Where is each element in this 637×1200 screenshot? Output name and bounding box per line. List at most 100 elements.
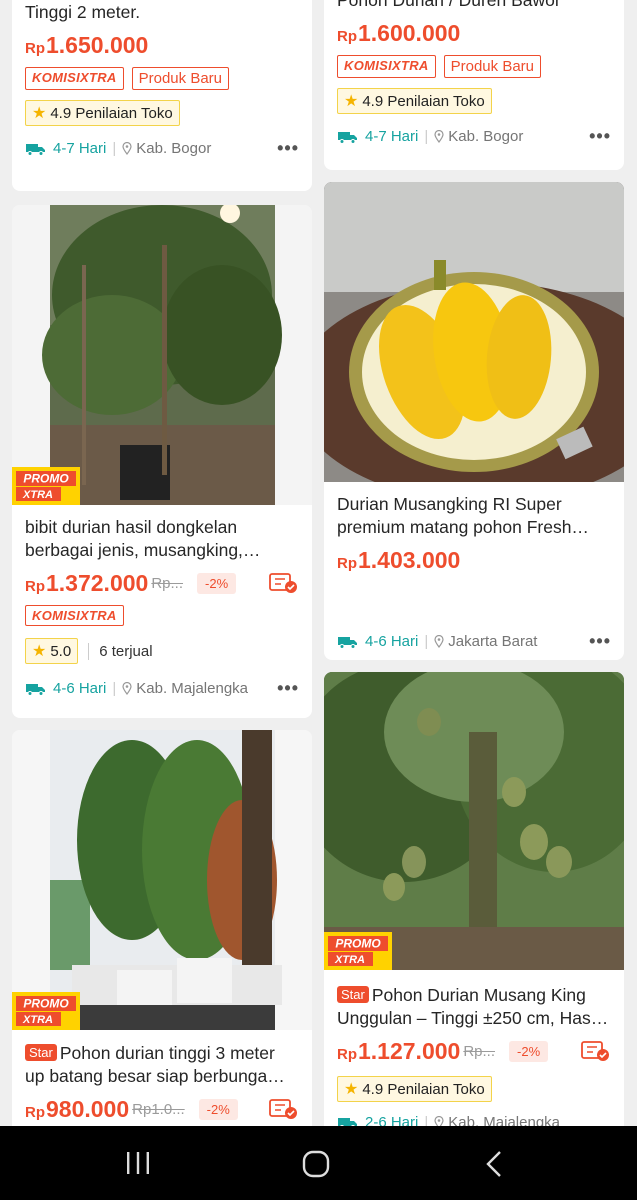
product-title: Star Pohon durian tinggi 3 meter up batan…	[25, 1043, 275, 1086]
original-price: Rp1.0...	[132, 1100, 185, 1118]
price: Rp1.600.000	[337, 19, 461, 46]
product-rating: ★ 5.0	[25, 638, 79, 664]
product-card[interactable]: Pohon Buah Durian Musang King. Tinggi 2 …	[12, 0, 312, 191]
shop-rating: ★ 4.9 Penilaian Toko	[337, 1076, 492, 1102]
badges: KOMISIXTRA Produk Baru	[324, 55, 624, 78]
shipping-row: 4-6 Hari | Kab. Majalengka •••	[12, 678, 312, 699]
komisi-xtra-badge: KOMISIXTRA	[25, 605, 124, 626]
price: Rp1.650.000	[25, 31, 149, 58]
rating-row: ★ 4.9 Penilaian Toko	[12, 100, 312, 126]
truck-icon	[26, 683, 45, 696]
product-card[interactable]: PROMO XTRA bibit durian hasil dongkelan …	[12, 205, 312, 718]
product-card[interactable]: Pohon Durian / Duren Bawor Rp1.600.000 K…	[324, 0, 624, 170]
location-pin-icon	[434, 130, 444, 143]
shop-rating: ★ 4.9 Penilaian Toko	[25, 100, 180, 126]
product-title: Pohon Durian / Duren Bawor	[337, 0, 561, 10]
product-image[interactable]: PROMO XTRA	[324, 672, 624, 970]
price-row: Rp1.372.000 Rp... -2%	[12, 568, 312, 598]
delivery-days: 4-6 Hari	[365, 633, 419, 650]
voucher-icon	[269, 1099, 297, 1119]
original-price: Rp...	[463, 1042, 496, 1060]
promo-xtra-badge: PROMO XTRA	[12, 467, 80, 505]
svg-text:PROMO: PROMO	[335, 937, 381, 951]
shop-location: Jakarta Barat	[448, 633, 538, 650]
price: Rp980.000	[25, 1095, 130, 1122]
shop-location: Kab. Bogor	[136, 140, 212, 157]
shop-rating: ★ 4.9 Penilaian Toko	[337, 88, 492, 114]
product-title: Durian Musangking RI Super premium matan…	[337, 494, 572, 537]
shipping-row: 4-6 Hari | Jakarta Barat •••	[324, 631, 624, 652]
durian-tree-image	[324, 672, 624, 970]
home-icon[interactable]	[302, 1150, 330, 1178]
price: Rp1.372.000	[25, 569, 149, 596]
rating-row: ★ 5.0 6 terjual	[12, 638, 312, 664]
more-icon[interactable]: •••	[589, 126, 611, 147]
svg-text:XTRA: XTRA	[334, 954, 365, 966]
sold-count: 6 terjual	[88, 642, 153, 660]
delivery-days: 4-7 Hari	[53, 140, 107, 157]
recent-apps-icon[interactable]	[124, 1150, 152, 1176]
truck-icon	[338, 636, 357, 649]
promo-xtra-badge: PROMO XTRA	[12, 992, 80, 1030]
svg-text:PROMO: PROMO	[23, 472, 69, 486]
svg-text:XTRA: XTRA	[22, 1014, 53, 1026]
voucher-icon	[269, 573, 297, 593]
more-icon[interactable]: •••	[277, 678, 299, 699]
product-image[interactable]: PROMO XTRA	[12, 205, 312, 505]
product-card[interactable]: PROMO XTRA Star Pohon durian tinggi 3 met…	[12, 730, 312, 1150]
original-price: Rp...	[151, 574, 184, 592]
svg-text:XTRA: XTRA	[22, 489, 53, 501]
produk-baru-badge: Produk Baru	[131, 67, 230, 90]
badges: KOMISIXTRA Produk Baru	[12, 67, 312, 90]
star-icon: ★	[32, 643, 47, 660]
delivery-days: 4-6 Hari	[53, 680, 107, 697]
rating-row: ★ 4.9 Penilaian Toko	[324, 1076, 624, 1102]
more-icon[interactable]: •••	[589, 631, 611, 652]
potted-durian-trees-image	[12, 730, 312, 1030]
back-icon[interactable]	[484, 1150, 504, 1178]
durian-fruit-image	[324, 182, 624, 482]
product-card[interactable]: Durian Musangking RI Super premium matan…	[324, 182, 624, 660]
product-image[interactable]	[324, 182, 624, 482]
location-pin-icon	[122, 142, 132, 155]
shop-location: Kab. Majalengka	[136, 680, 249, 697]
produk-baru-badge: Produk Baru	[443, 55, 542, 78]
product-title: Star Pohon Durian Musang King Unggulan – …	[337, 985, 599, 1028]
shipping-row: 4-7 Hari | Kab. Bogor •••	[324, 126, 624, 147]
price: Rp1.403.000	[337, 546, 461, 573]
komisi-xtra-badge: KOMISIXTRA	[337, 55, 436, 78]
promo-xtra-badge: PROMO XTRA	[324, 932, 392, 970]
product-card[interactable]: PROMO XTRA Star Pohon Durian Musang King …	[324, 672, 624, 1152]
price-row: Rp980.000 Rp1.0... -2%	[12, 1094, 312, 1124]
voucher-icon	[581, 1041, 609, 1061]
price-row: Rp1.403.000	[324, 545, 624, 575]
star-seller-tag: Star	[337, 986, 369, 1003]
price-row: Rp1.600.000	[324, 18, 624, 48]
star-icon: ★	[32, 105, 47, 122]
svg-text:PROMO: PROMO	[23, 997, 69, 1011]
location-pin-icon	[434, 635, 444, 648]
truck-icon	[26, 143, 45, 156]
product-title: Pohon Buah Durian Musang King. Tinggi 2 …	[25, 2, 141, 22]
komisi-xtra-badge: KOMISIXTRA	[25, 67, 124, 90]
star-icon: ★	[344, 93, 359, 110]
system-navigation-bar	[0, 1126, 637, 1200]
rating-row: ★ 4.9 Penilaian Toko	[324, 88, 624, 114]
truck-icon	[338, 131, 357, 144]
more-icon[interactable]: •••	[277, 138, 299, 159]
product-image[interactable]: PROMO XTRA	[12, 730, 312, 1030]
star-icon: ★	[344, 1081, 359, 1098]
price: Rp1.127.000	[337, 1037, 461, 1064]
discount-badge: -2%	[197, 572, 237, 594]
durian-seedlings-image	[12, 205, 312, 505]
price-row: Rp1.650.000	[12, 30, 312, 60]
discount-badge: -2%	[509, 1040, 549, 1062]
shipping-row: 4-7 Hari | Kab. Bogor •••	[12, 138, 312, 159]
location-pin-icon	[122, 682, 132, 695]
discount-badge: -2%	[198, 1098, 238, 1120]
shop-location: Kab. Bogor	[448, 128, 524, 145]
price-row: Rp1.127.000 Rp... -2%	[324, 1036, 624, 1066]
badges: KOMISIXTRA	[12, 605, 312, 626]
star-seller-tag: Star	[25, 1044, 57, 1061]
delivery-days: 4-7 Hari	[365, 128, 419, 145]
